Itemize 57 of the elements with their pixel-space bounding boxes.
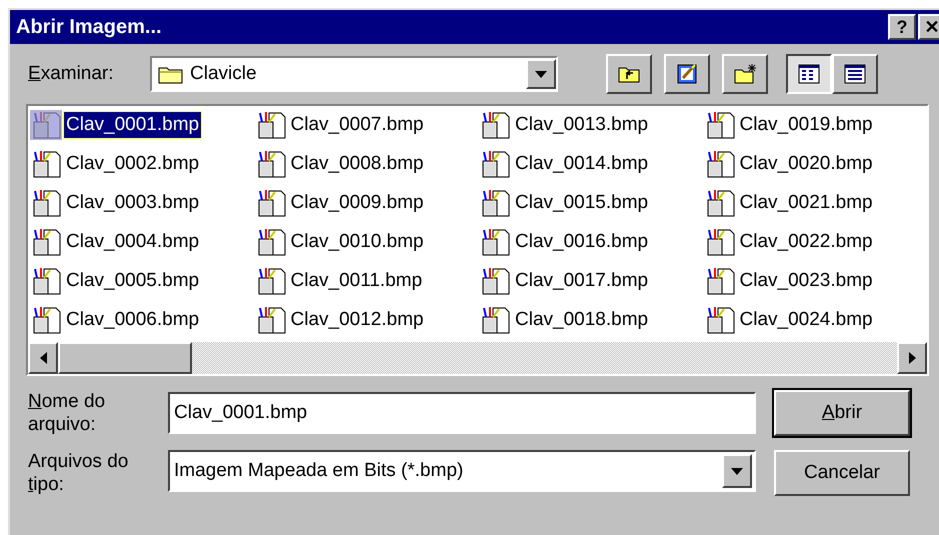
dropdown-button[interactable] — [526, 59, 556, 89]
window-title: Abrir Imagem... — [16, 15, 162, 40]
close-button[interactable]: ✕ — [918, 14, 939, 40]
file-item[interactable]: Clav_0020.bmp — [738, 151, 875, 177]
file-item[interactable]: Clav_0010.bmp — [288, 229, 426, 255]
file-type-value: Imagem Mapeada em Bits (*.bmp) — [174, 458, 464, 483]
left-arrow-icon — [40, 352, 46, 364]
file-item[interactable]: Clav_0009.bmp — [288, 190, 426, 216]
file-item[interactable]: Clav_0016.bmp — [513, 229, 650, 255]
look-in-dropdown[interactable]: Clavicle — [150, 56, 558, 92]
file-item[interactable]: Clav_0017.bmp — [513, 268, 650, 294]
file-item[interactable]: Clav_0003.bmp — [64, 190, 202, 216]
image-file-icon — [30, 110, 62, 140]
file-item[interactable]: Clav_0019.bmp — [738, 112, 875, 138]
cancel-button[interactable]: Cancelar — [774, 450, 910, 496]
file-item[interactable]: Clav_0008.bmp — [288, 151, 426, 177]
file-item[interactable]: Clav_0018.bmp — [513, 307, 650, 333]
file-item[interactable]: Clav_0024.bmp — [738, 307, 875, 333]
file-item[interactable]: Clav_0012.bmp — [288, 307, 426, 333]
dropdown-button[interactable] — [722, 454, 752, 488]
scroll-right-button[interactable] — [897, 342, 927, 374]
folder-name: Clavicle — [190, 62, 258, 86]
caret-icon — [535, 70, 547, 78]
file-item[interactable]: Clav_0022.bmp — [738, 229, 875, 255]
caret-icon — [731, 468, 743, 474]
file-item[interactable]: Clav_0001.bmp — [64, 112, 202, 138]
file-item[interactable]: Clav_0015.bmp — [513, 190, 650, 216]
toolbar-button[interactable] — [606, 54, 652, 94]
file-item[interactable]: Clav_0006.bmp — [64, 307, 202, 333]
look-in-label: Examinar: — [28, 62, 115, 86]
file-item[interactable]: Clav_0013.bmp — [513, 112, 650, 138]
file-item[interactable]: Clav_0007.bmp — [288, 112, 426, 138]
file-type-dropdown[interactable]: Imagem Mapeada em Bits (*.bmp) — [168, 450, 756, 492]
scroll-left-button[interactable] — [28, 342, 58, 374]
scroll-thumb[interactable] — [58, 342, 192, 374]
horizontal-scrollbar[interactable] — [28, 342, 927, 374]
help-button[interactable]: ? — [888, 14, 916, 40]
file-name-field[interactable]: Clav_0001.bmp — [168, 392, 756, 434]
new-folder-icon — [733, 62, 757, 86]
file-item[interactable]: Clav_0004.bmp — [64, 229, 202, 255]
desktop-icon — [675, 62, 699, 86]
right-arrow-icon — [908, 352, 916, 364]
file-item[interactable]: Clav_0021.bmp — [738, 190, 875, 216]
file-item[interactable]: Clav_0002.bmp — [64, 151, 202, 177]
file-item[interactable]: Clav_0005.bmp — [64, 268, 202, 294]
file-item[interactable]: Clav_0014.bmp — [513, 151, 650, 177]
details-view-icon — [843, 62, 867, 86]
file-name-label: Nome do arquivo: — [28, 390, 106, 436]
file-item[interactable]: Clav_0023.bmp — [738, 268, 875, 294]
list-view-icon — [797, 62, 821, 86]
file-type-label: Arquivos do tipo: — [28, 450, 130, 496]
file-name-value: Clav_0001.bmp — [174, 400, 308, 425]
open-button[interactable]: Abrir — [774, 390, 910, 436]
toolbar-button[interactable] — [722, 54, 768, 94]
toolbar-button[interactable] — [664, 54, 710, 94]
view-button[interactable] — [786, 54, 832, 94]
file-item[interactable]: Clav_0011.bmp — [288, 268, 424, 294]
